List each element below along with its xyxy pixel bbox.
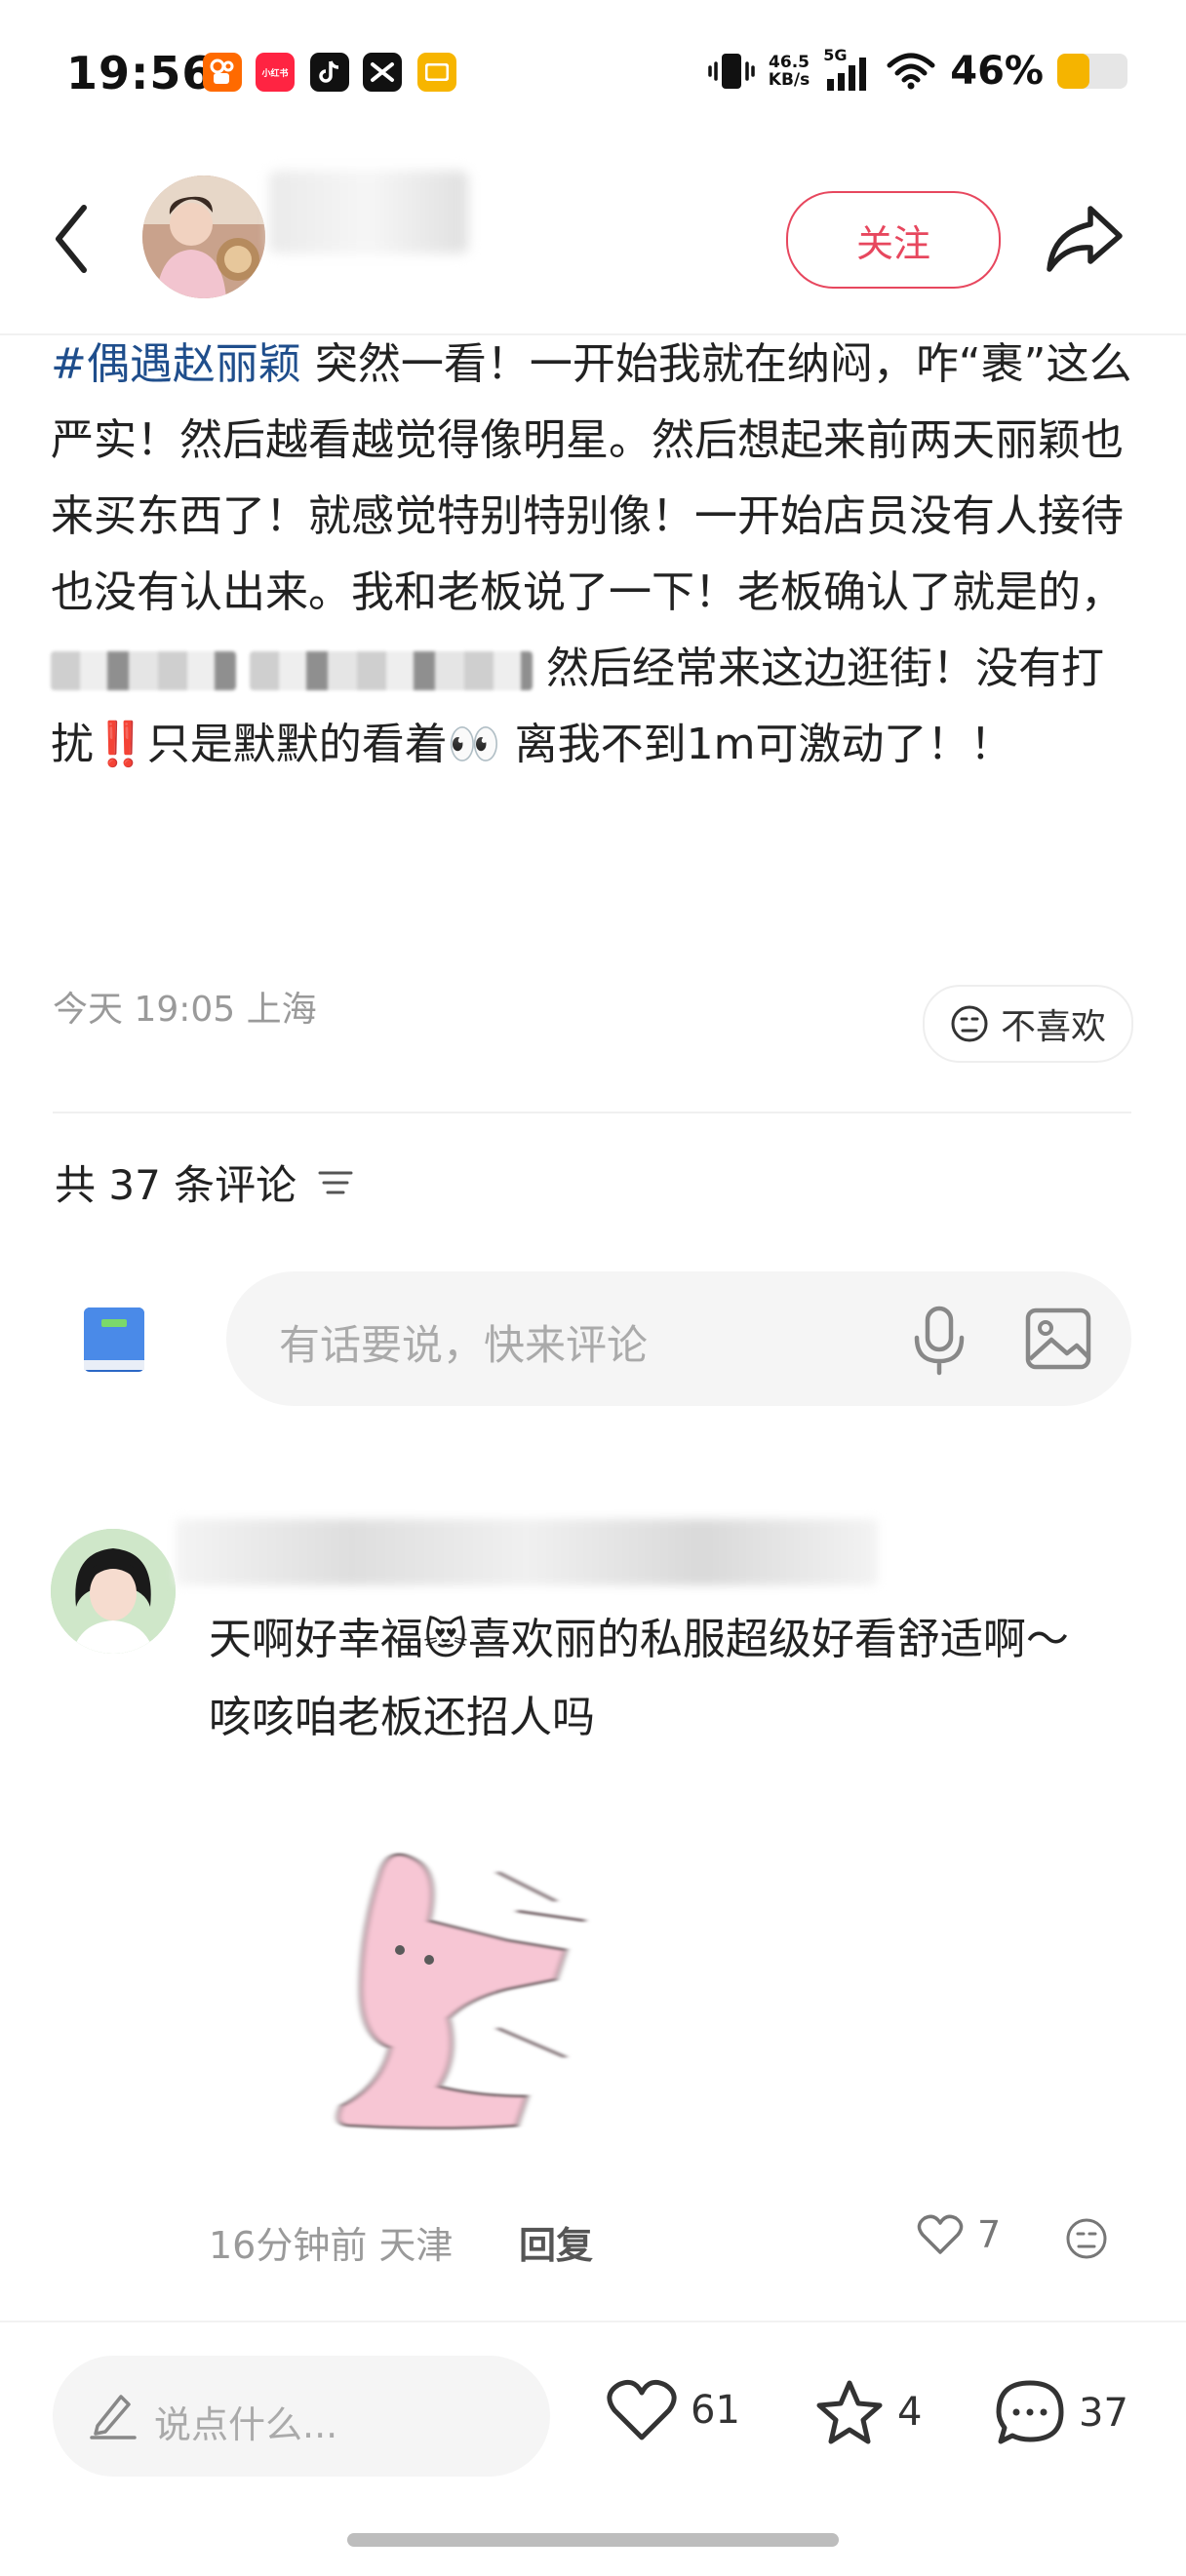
redacted-text bbox=[51, 651, 236, 690]
comment-input-placeholder: 有话要说，快来评论 bbox=[279, 1321, 649, 1369]
comment-emoji: 😻 bbox=[423, 1615, 468, 1664]
reply-button[interactable]: 回复 bbox=[519, 2215, 593, 2269]
status-right: 46.5 KB/s 5G 46% bbox=[708, 46, 1127, 94]
notification-icon bbox=[417, 53, 456, 92]
sort-icon[interactable] bbox=[316, 1167, 355, 1198]
back-arrow-icon[interactable] bbox=[47, 200, 96, 278]
comment-like-count: 7 bbox=[977, 2213, 1002, 2256]
home-indicator[interactable] bbox=[347, 2533, 839, 2547]
net-speed: 46.5 KB/s bbox=[769, 54, 810, 89]
share-icon[interactable] bbox=[1044, 203, 1126, 275]
post-emoji-2: 👀 bbox=[447, 720, 501, 769]
heart-icon bbox=[607, 2379, 677, 2440]
favorite-count: 4 bbox=[897, 2390, 923, 2435]
vibrate-icon bbox=[708, 54, 755, 89]
pen-icon bbox=[90, 2395, 137, 2439]
comment-text-1: 天啊好幸福 bbox=[209, 1615, 423, 1664]
comment-button[interactable]: 37 bbox=[995, 2379, 1128, 2447]
comment-bubble-icon bbox=[996, 2380, 1064, 2444]
kuaishou-icon bbox=[203, 53, 242, 92]
dislike-button[interactable]: 不喜欢 bbox=[923, 985, 1133, 1063]
section-divider bbox=[53, 1112, 1131, 1113]
status-time: 19:56 bbox=[66, 47, 215, 99]
comment-text: 天啊好幸福😻喜欢丽的私服超级好看舒适啊～咳咳咱老板还招人吗 bbox=[209, 1601, 1106, 1757]
comment-count-header: 共 37 条评论 bbox=[55, 1152, 355, 1212]
comment-like-button[interactable]: 7 bbox=[917, 2213, 1001, 2256]
neutral-face-icon bbox=[951, 1005, 988, 1042]
notebook-icon[interactable] bbox=[78, 1304, 150, 1376]
post-content: #偶遇赵丽颖 突然一看！一开始我就在纳闷，咋“裹”这么严实！然后越看越觉得像明星… bbox=[51, 327, 1135, 783]
comment-count-label: 共 37 条评论 bbox=[55, 1161, 297, 1209]
post-emoji-1: ‼️ bbox=[94, 720, 147, 769]
follow-button[interactable]: 关注 bbox=[786, 191, 1001, 289]
like-button[interactable]: 61 bbox=[607, 2379, 740, 2441]
comment-dislike-icon[interactable] bbox=[1065, 2217, 1108, 2260]
net-speed-unit: KB/s bbox=[768, 70, 810, 90]
wifi-icon bbox=[887, 53, 935, 90]
comment-time-location: 16分钟前 天津 bbox=[209, 2224, 454, 2267]
douyin-icon bbox=[310, 53, 349, 92]
xhs-label: 小红书 bbox=[261, 68, 289, 79]
redacted-text bbox=[250, 651, 533, 690]
post-text-3: 只是默默的看着 bbox=[146, 720, 448, 769]
image-icon[interactable] bbox=[1024, 1305, 1092, 1373]
commenter-avatar[interactable] bbox=[51, 1529, 176, 1654]
star-icon bbox=[816, 2380, 883, 2444]
post-meta: 今天 19:05 上海 bbox=[53, 990, 317, 1030]
battery-icon bbox=[1057, 54, 1127, 89]
bottom-input-placeholder: 说点什么... bbox=[154, 2403, 338, 2446]
capcut-icon bbox=[363, 53, 402, 92]
comment-sticker-image[interactable] bbox=[273, 1833, 624, 2155]
microphone-icon[interactable] bbox=[909, 1305, 969, 1377]
author-name-redacted bbox=[269, 171, 468, 254]
dislike-label: 不喜欢 bbox=[1000, 1007, 1106, 1047]
battery-percent: 46% bbox=[950, 49, 1044, 94]
net-speed-value: 46.5 bbox=[769, 53, 810, 72]
xiaohongshu-icon: 小红书 bbox=[256, 53, 295, 92]
cell-signal-icon: 5G bbox=[823, 46, 872, 93]
author-avatar[interactable] bbox=[142, 176, 265, 298]
post-hashtag[interactable]: #偶遇赵丽颖 bbox=[51, 339, 301, 389]
comment-count: 37 bbox=[1079, 2391, 1128, 2436]
heart-icon bbox=[917, 2214, 964, 2254]
battery-fill bbox=[1057, 54, 1090, 89]
favorite-button[interactable]: 4 bbox=[815, 2379, 922, 2445]
like-count: 61 bbox=[691, 2388, 740, 2433]
post-text-4: 离我不到1m可激动了！！ bbox=[500, 720, 1013, 769]
commenter-name-redacted bbox=[176, 1519, 878, 1585]
